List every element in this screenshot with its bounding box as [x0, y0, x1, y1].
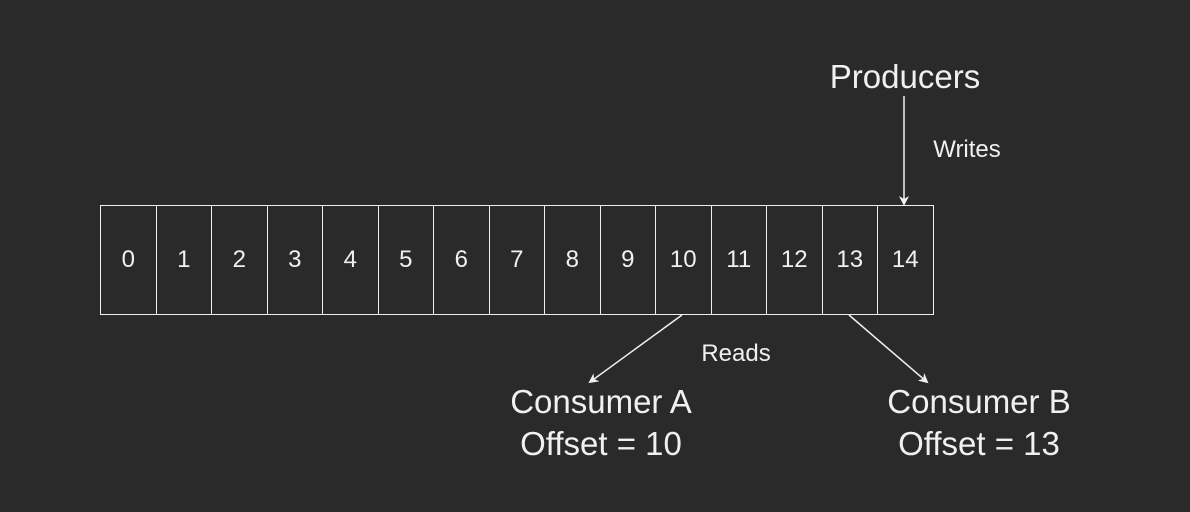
consumer-b: Consumer B Offset = 13 [887, 381, 1070, 465]
producers-label: Producers [829, 58, 981, 95]
log-cell: 11 [711, 205, 767, 315]
consumer-b-name: Consumer B [887, 383, 1071, 420]
writes-label: Writes [933, 136, 1001, 163]
consumer-a-name: Consumer A [510, 383, 692, 420]
log-cell: 13 [822, 205, 878, 315]
log-cell: 8 [545, 205, 601, 315]
log-cell: 12 [767, 205, 823, 315]
log-cells: 0 1 2 3 4 5 6 7 8 9 10 11 12 13 14 [100, 205, 934, 315]
consumer-a-offset: Offset = 10 [520, 425, 682, 462]
log-cell: 4 [323, 205, 379, 315]
log-cell: 14 [878, 205, 934, 315]
consumer-b-offset: Offset = 13 [898, 425, 1060, 462]
reads-label: Reads [701, 340, 771, 367]
log-cell: 2 [212, 205, 268, 315]
log-cell: 5 [378, 205, 434, 315]
log-cell: 0 [101, 205, 157, 315]
log-cell: 7 [489, 205, 545, 315]
log-cell: 10 [656, 205, 712, 315]
log-cell: 3 [267, 205, 323, 315]
log-cell: 1 [156, 205, 212, 315]
read-arrow-b [848, 314, 929, 384]
log-cell: 9 [600, 205, 656, 315]
read-arrow-a [588, 314, 683, 384]
consumer-a: Consumer A Offset = 10 [510, 381, 692, 465]
log-cell: 6 [434, 205, 490, 315]
